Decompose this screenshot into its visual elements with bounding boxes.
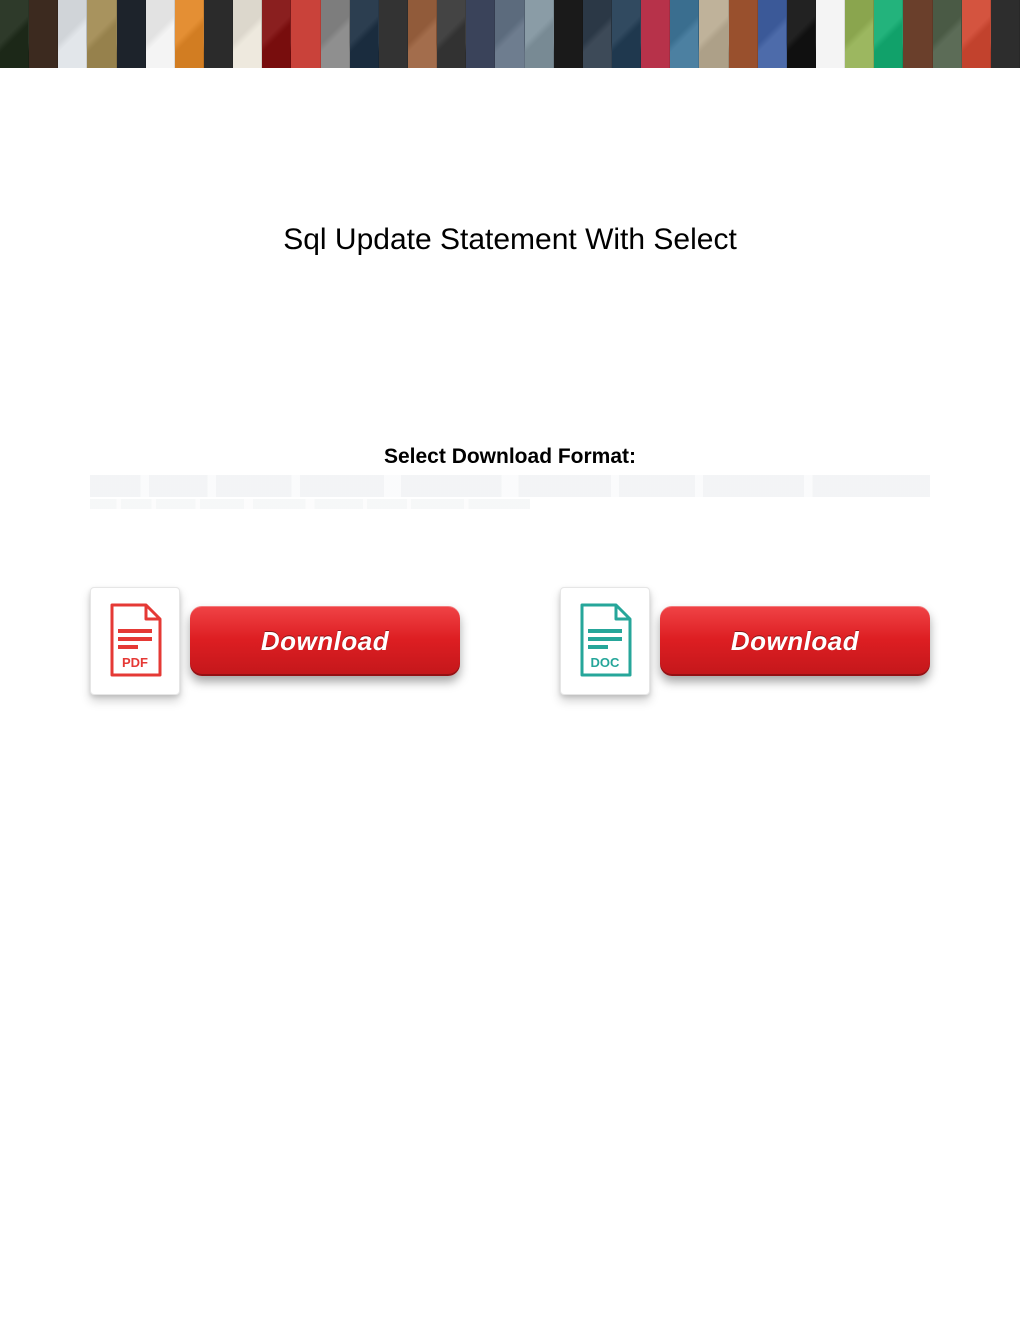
- banner-thumb: [87, 0, 116, 68]
- banner-thumb: [641, 0, 670, 68]
- banner-thumb: [758, 0, 787, 68]
- doc-label: DOC: [591, 655, 621, 670]
- banner-thumb: [583, 0, 612, 68]
- banner-thumb: [991, 0, 1020, 68]
- banner-thumb: [962, 0, 991, 68]
- banner-thumb: [29, 0, 58, 68]
- banner-thumb: [933, 0, 962, 68]
- placeholder-text-line: [90, 475, 930, 497]
- banner-thumb: [321, 0, 350, 68]
- banner-thumb: [437, 0, 466, 68]
- format-label: Select Download Format:: [0, 445, 1020, 469]
- banner-thumb: [729, 0, 758, 68]
- download-doc-group[interactable]: DOC Download: [560, 587, 930, 695]
- banner-thumb: [350, 0, 379, 68]
- banner-thumb: [903, 0, 932, 68]
- banner-thumb: [670, 0, 699, 68]
- download-button-label: Download: [261, 626, 389, 657]
- banner-thumb: [466, 0, 495, 68]
- page-title: Sql Update Statement With Select: [0, 223, 1020, 257]
- banner-thumb: [816, 0, 845, 68]
- download-doc-button[interactable]: Download: [660, 606, 930, 676]
- banner-thumb: [379, 0, 408, 68]
- banner-thumb: [787, 0, 816, 68]
- banner-thumb: [845, 0, 874, 68]
- banner-thumb: [262, 0, 291, 68]
- banner-thumb: [233, 0, 262, 68]
- banner-thumb: [874, 0, 903, 68]
- banner-thumb: [175, 0, 204, 68]
- banner-thumb: [495, 0, 524, 68]
- download-button-label: Download: [731, 626, 859, 657]
- banner-thumb: [408, 0, 437, 68]
- banner-thumb: [525, 0, 554, 68]
- banner-thumb: [554, 0, 583, 68]
- banner-thumb: [612, 0, 641, 68]
- banner-thumb: [0, 0, 29, 68]
- banner-thumb: [146, 0, 175, 68]
- banner-thumb: [204, 0, 233, 68]
- doc-file-card: DOC: [560, 587, 650, 695]
- download-pdf-button[interactable]: Download: [190, 606, 460, 676]
- download-options: PDF Download DOC Download: [90, 587, 930, 695]
- banner-thumb: [58, 0, 87, 68]
- banner-thumb: [291, 0, 320, 68]
- placeholder-text-line: [90, 499, 530, 509]
- pdf-file-card: PDF: [90, 587, 180, 695]
- doc-icon: DOC: [576, 603, 634, 679]
- pdf-label: PDF: [122, 655, 148, 670]
- banner-thumb: [117, 0, 146, 68]
- banner-thumb: [699, 0, 728, 68]
- top-banner-collage: [0, 0, 1020, 68]
- download-pdf-group[interactable]: PDF Download: [90, 587, 460, 695]
- pdf-icon: PDF: [106, 603, 164, 679]
